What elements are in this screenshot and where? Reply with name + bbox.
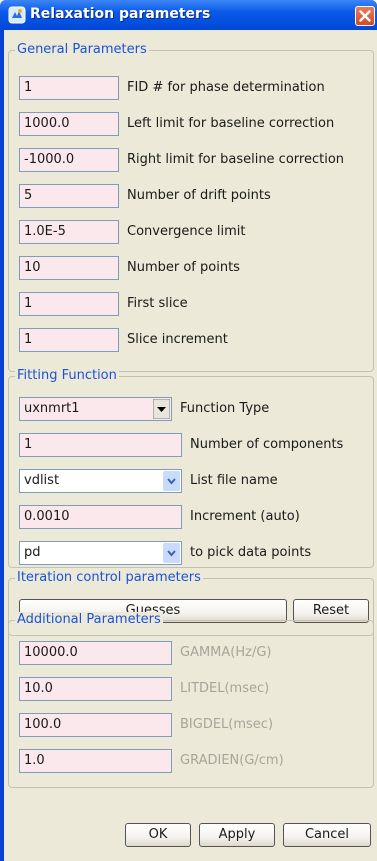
fitting-function-group: Fitting Function uxnmrt1 Function Type 1… <box>8 368 374 568</box>
general-parameters-group: General Parameters 1 FID # for phase det… <box>8 42 374 372</box>
chevron-down-icon[interactable] <box>163 543 180 563</box>
list-file-label: List file name <box>190 473 278 488</box>
additional-parameters-legend: Additional Parameters <box>15 612 163 628</box>
dialog-window: Relaxation parameters General Parameters… <box>0 0 377 861</box>
gradien-label: GRADIEN(G/cm) <box>180 753 284 768</box>
litdel-label: LITDEL(msec) <box>180 681 270 696</box>
function-type-value: uxnmrt1 <box>24 401 80 416</box>
general-parameters-legend: General Parameters <box>15 42 149 58</box>
first-slice-label: First slice <box>127 296 188 311</box>
slice-increment-field[interactable]: 1 <box>19 328 119 352</box>
bigdel-label: BIGDEL(msec) <box>180 717 274 732</box>
window-title: Relaxation parameters <box>30 6 211 22</box>
chevron-down-icon[interactable] <box>153 399 170 419</box>
close-button[interactable] <box>355 6 375 26</box>
pick-data-value: pd <box>24 545 41 560</box>
additional-parameters-group: Additional Parameters 10000.0 GAMMA(Hz/G… <box>8 612 374 788</box>
ok-button[interactable]: OK <box>125 823 191 847</box>
cancel-button[interactable]: Cancel <box>283 823 371 847</box>
close-icon <box>359 10 371 22</box>
apply-button[interactable]: Apply <box>199 823 275 847</box>
number-of-points-field[interactable]: 10 <box>19 256 119 280</box>
fitting-function-legend: Fitting Function <box>15 368 119 384</box>
fid-phase-label: FID # for phase determination <box>127 80 325 95</box>
right-limit-label: Right limit for baseline correction <box>127 152 345 167</box>
chevron-down-icon[interactable] <box>163 471 180 491</box>
list-file-select[interactable]: vdlist <box>19 469 182 493</box>
components-label: Number of components <box>190 437 344 452</box>
right-limit-field[interactable]: -1000.0 <box>19 148 119 172</box>
title-bar[interactable]: Relaxation parameters <box>0 0 377 30</box>
left-limit-label: Left limit for baseline correction <box>127 116 335 131</box>
gradien-field[interactable]: 1.0 <box>19 749 172 773</box>
components-field[interactable]: 1 <box>19 433 182 457</box>
fid-phase-field[interactable]: 1 <box>19 76 119 100</box>
function-type-label: Function Type <box>180 401 270 416</box>
left-limit-field[interactable]: 1000.0 <box>19 112 119 136</box>
pick-data-select[interactable]: pd <box>19 541 182 565</box>
bigdel-field[interactable]: 100.0 <box>19 713 172 737</box>
dialog-body: General Parameters 1 FID # for phase det… <box>4 30 377 861</box>
litdel-field[interactable]: 10.0 <box>19 677 172 701</box>
drift-points-field[interactable]: 5 <box>19 184 119 208</box>
increment-label: Increment (auto) <box>190 509 300 524</box>
number-of-points-label: Number of points <box>127 260 240 275</box>
convergence-limit-label: Convergence limit <box>127 224 246 239</box>
app-icon <box>8 6 26 24</box>
drift-points-label: Number of drift points <box>127 188 271 203</box>
first-slice-field[interactable]: 1 <box>19 292 119 316</box>
slice-increment-label: Slice increment <box>127 332 228 347</box>
iteration-control-legend: Iteration control parameters <box>15 570 203 586</box>
increment-field[interactable]: 0.0010 <box>19 505 182 529</box>
gamma-field[interactable]: 10000.0 <box>19 641 172 665</box>
list-file-value: vdlist <box>24 473 60 488</box>
function-type-select[interactable]: uxnmrt1 <box>19 397 172 421</box>
convergence-limit-field[interactable]: 1.0E-5 <box>19 220 119 244</box>
pick-data-label: to pick data points <box>190 545 312 560</box>
gamma-label: GAMMA(Hz/G) <box>180 645 272 660</box>
